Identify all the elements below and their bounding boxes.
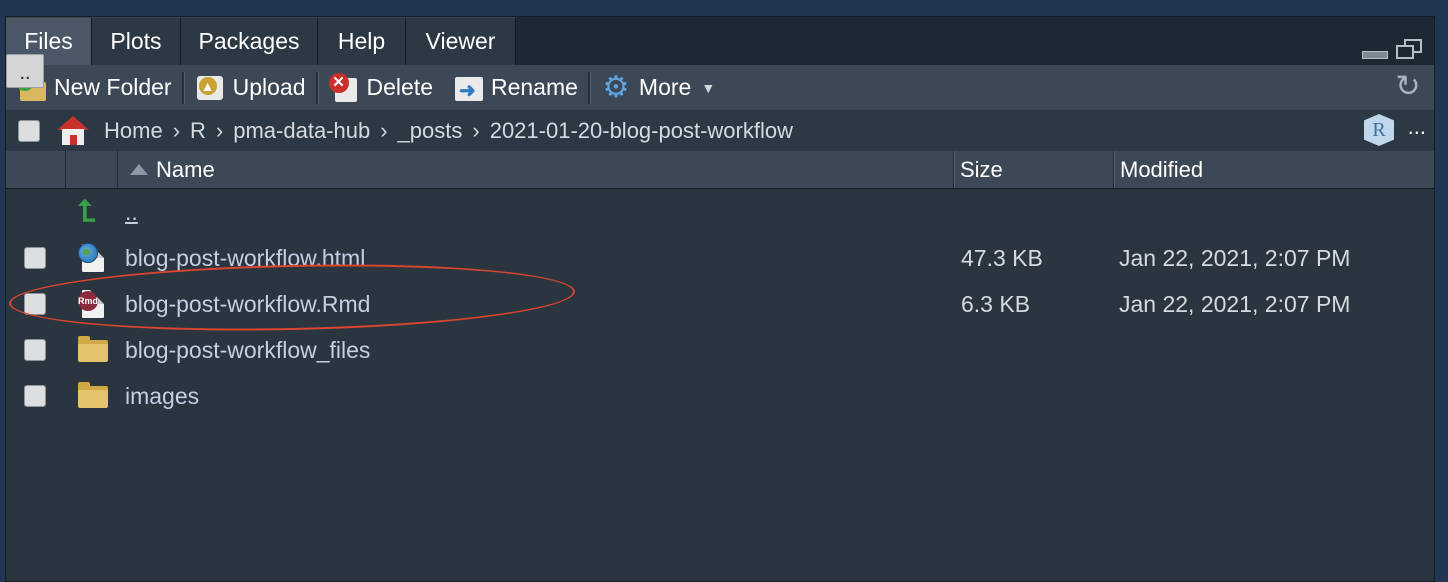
more-menu-button[interactable]: ⚙ More ▼ xyxy=(591,65,725,110)
tab-help-label: Help xyxy=(337,28,386,54)
tab-help[interactable]: Help xyxy=(318,17,406,65)
parent-folder-link[interactable]: .. xyxy=(125,189,138,235)
chevron-right-icon: › xyxy=(380,117,388,143)
sort-ascending-icon xyxy=(130,164,148,175)
table-row: blog-post-workflow.html 47.3 KB Jan 22, … xyxy=(6,235,1434,281)
gear-icon: ⚙ xyxy=(602,70,630,104)
upload-icon: ▲ xyxy=(195,73,225,103)
row-checkbox[interactable] xyxy=(24,247,46,269)
upload-label: Upload xyxy=(232,74,306,100)
chevron-down-icon: ▼ xyxy=(701,79,716,96)
rename-icon: ➜ xyxy=(453,73,483,103)
folder-icon xyxy=(78,335,108,365)
header-checkbox-column xyxy=(6,151,66,188)
delete-button[interactable]: ✕ Delete xyxy=(319,65,443,110)
tab-viewer[interactable]: Viewer xyxy=(406,17,516,65)
parent-folder-icon[interactable]: ⮤ xyxy=(78,197,108,227)
tab-packages[interactable]: Packages xyxy=(181,17,318,65)
table-row: blog-post-workflow_files xyxy=(6,327,1434,373)
delete-icon: ✕ xyxy=(328,72,359,103)
tab-files-label: Files xyxy=(24,28,73,54)
header-name[interactable]: Name xyxy=(118,151,954,188)
more-path-button[interactable]: ... xyxy=(1408,114,1426,140)
pane-tab-bar: Files Plots Packages Help Viewer xyxy=(6,17,1434,66)
r-project-icon[interactable]: R xyxy=(1364,114,1394,146)
file-table-header: Name Size Modified xyxy=(6,151,1434,189)
upload-button[interactable]: ▲ Upload xyxy=(185,65,316,110)
delete-label: Delete xyxy=(366,74,433,100)
tab-packages-label: Packages xyxy=(198,28,300,54)
rmd-badge-text: Rmd xyxy=(78,291,98,311)
file-name[interactable]: .. xyxy=(125,199,138,226)
more-label: More xyxy=(638,74,692,100)
select-all-checkbox[interactable] xyxy=(18,119,40,142)
minimize-pane-button[interactable] xyxy=(1362,51,1388,59)
breadcrumb-current-folder[interactable]: 2021-01-20-blog-post-workflow xyxy=(490,118,793,144)
file-name[interactable]: blog-post-workflow.html xyxy=(125,235,365,281)
chevron-right-icon: › xyxy=(472,117,480,143)
header-size[interactable]: Size xyxy=(954,151,1114,188)
file-name[interactable]: blog-post-workflow.Rmd xyxy=(125,281,370,327)
row-checkbox[interactable] xyxy=(24,293,46,315)
pane-window-controls xyxy=(1362,37,1422,59)
header-size-label: Size xyxy=(960,156,1003,182)
rename-label: Rename xyxy=(490,74,578,100)
breadcrumb-home[interactable]: Home xyxy=(104,118,163,144)
files-pane: Files Plots Packages Help Viewer .. + Ne… xyxy=(5,16,1435,582)
file-name[interactable]: images xyxy=(125,373,199,419)
chevron-right-icon: › xyxy=(215,117,224,143)
file-size: 47.3 KB xyxy=(961,244,1043,271)
home-icon[interactable] xyxy=(56,115,90,146)
row-checkbox[interactable] xyxy=(24,385,46,407)
breadcrumb: Home › R › pma-data-hub › _posts › 2021-… xyxy=(6,110,1434,152)
table-row: Rmd blog-post-workflow.Rmd 6.3 KB Jan 22… xyxy=(6,281,1434,327)
tab-plots-label: Plots xyxy=(110,28,162,54)
tab-plots[interactable]: Plots xyxy=(92,17,181,65)
tab-viewer-label: Viewer xyxy=(425,28,496,54)
tooltip: .. xyxy=(6,54,44,88)
file-size: 6.3 KB xyxy=(961,290,1031,317)
header-modified-label: Modified xyxy=(1120,156,1204,182)
rename-button[interactable]: ➜ Rename xyxy=(443,65,588,110)
file-name[interactable]: blog-post-workflow_files xyxy=(125,327,370,373)
breadcrumb-pma-data-hub[interactable]: pma-data-hub xyxy=(233,118,370,144)
row-checkbox[interactable] xyxy=(24,339,46,361)
new-folder-label: New Folder xyxy=(54,74,172,100)
rmd-file-icon: Rmd xyxy=(78,289,108,319)
chevron-right-icon: › xyxy=(172,117,181,143)
refresh-icon[interactable]: ↻ xyxy=(1392,71,1424,103)
html-file-icon xyxy=(78,243,108,273)
header-name-label: Name xyxy=(156,156,215,182)
table-row: ⮤ .. xyxy=(6,189,1434,235)
header-icon-column xyxy=(66,151,118,188)
files-toolbar: + New Folder ▲ Upload ✕ Delete ➜ Rename … xyxy=(6,65,1434,111)
header-modified[interactable]: Modified xyxy=(1114,151,1434,188)
file-modified: Jan 22, 2021, 2:07 PM xyxy=(1119,290,1351,317)
breadcrumb-posts[interactable]: _posts xyxy=(398,118,463,144)
file-modified: Jan 22, 2021, 2:07 PM xyxy=(1119,244,1351,271)
breadcrumb-r[interactable]: R xyxy=(190,118,206,144)
maximize-pane-button[interactable] xyxy=(1396,39,1422,59)
table-row: images xyxy=(6,373,1434,419)
folder-icon xyxy=(78,381,108,411)
